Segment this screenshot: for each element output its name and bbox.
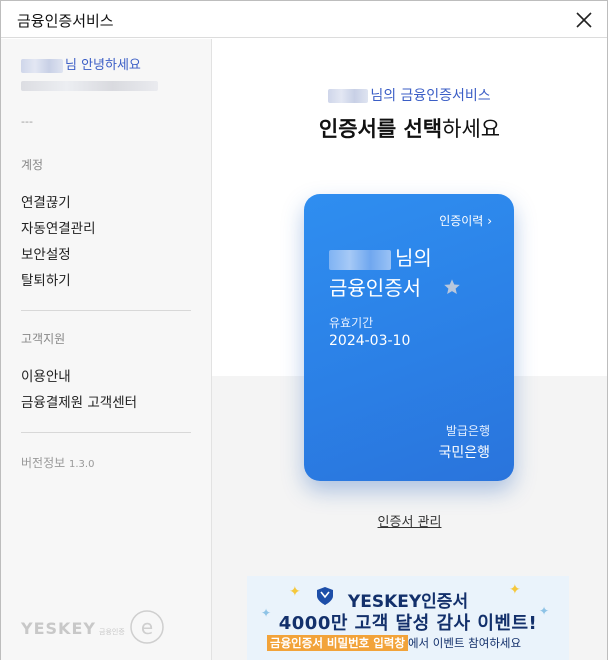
banner-line2: 4000만 고객 달성 감사 이벤트! bbox=[278, 613, 538, 634]
redacted-owner-name bbox=[329, 249, 391, 270]
history-link[interactable]: 인증이력 › bbox=[439, 212, 492, 229]
version-number: 1.3.0 bbox=[69, 459, 95, 470]
redacted-username bbox=[328, 89, 369, 103]
support-section-title: 고객지원 bbox=[21, 332, 66, 346]
banner-line3-rest: 에서 이벤트 참여하세요 bbox=[407, 636, 522, 650]
title-bar: 금융인증서비스 bbox=[1, 1, 607, 38]
sidebar-item-security[interactable]: 보안설정 bbox=[21, 243, 71, 263]
sidebar-item-customer-center[interactable]: 금융결제원 고객센터 bbox=[21, 391, 137, 411]
svg-text:e: e bbox=[141, 615, 153, 639]
greeting: 님 안녕하세요 bbox=[21, 54, 141, 73]
trust-esign-icon: e bbox=[130, 610, 164, 644]
page-title-bold: 인증서를 선택 bbox=[318, 117, 443, 141]
yeskey-logo: YESKEY bbox=[21, 619, 96, 638]
sidebar-item-auto-connect[interactable]: 자동연결관리 bbox=[21, 217, 96, 237]
app-window: 금융인증서비스 님 안녕하세요 --- 계정 연결끊기 자동연결관리 보안설정 … bbox=[0, 0, 608, 660]
history-link-label: 인증이력 bbox=[439, 214, 484, 228]
separator-dash: --- bbox=[21, 115, 33, 128]
page-title: 인증서를 선택하세요 bbox=[212, 113, 607, 143]
window-title: 금융인증서비스 bbox=[17, 12, 114, 30]
main-subtitle-text: 님의 금융인증서비스 bbox=[370, 88, 491, 104]
card-owner-suffix: 님의 bbox=[395, 246, 432, 270]
redacted-account-id bbox=[21, 81, 158, 91]
main-subtitle: 님의 금융인증서비스 bbox=[212, 85, 607, 105]
version-info: 버전정보 1.3.0 bbox=[21, 454, 94, 471]
chevron-right-icon: › bbox=[487, 214, 492, 228]
main-panel: 님의 금융인증서비스 인증서를 선택하세요 인증이력 › 님의 금융인증서 유효… bbox=[212, 39, 607, 660]
greeting-text: 님 안녕하세요 bbox=[65, 58, 141, 73]
card-cert-name: 금융인증서 bbox=[329, 276, 421, 300]
certificate-manage-link[interactable]: 인증서 관리 bbox=[212, 511, 607, 530]
account-section-title: 계정 bbox=[21, 158, 44, 172]
sidebar-item-disconnect[interactable]: 연결끊기 bbox=[21, 191, 71, 211]
banner-line3: 금융인증서 비밀번호 입력창 에서 이벤트 참여하세요 bbox=[267, 635, 521, 651]
page-title-rest: 하세요 bbox=[442, 117, 501, 141]
bank-name: 국민은행 bbox=[438, 445, 490, 461]
valid-date: 2024-03-10 bbox=[329, 333, 411, 349]
event-banner[interactable]: ✦ ✦ ✦ ✦ YESKEY인증서 4000만 고객 달성 감사 이벤트! 금융… bbox=[247, 576, 569, 660]
sidebar-item-withdraw[interactable]: 탈퇴하기 bbox=[21, 269, 71, 289]
close-button[interactable] bbox=[569, 5, 599, 35]
sidebar-divider bbox=[21, 310, 191, 311]
sidebar-item-guide[interactable]: 이용안내 bbox=[21, 365, 71, 385]
favorite-star-icon[interactable] bbox=[443, 278, 461, 296]
close-icon bbox=[576, 12, 592, 28]
redacted-username bbox=[21, 58, 63, 73]
certificate-card[interactable]: 인증이력 › 님의 금융인증서 유효기간 2024-03-10 발급은행 국민은… bbox=[304, 194, 514, 481]
yeskey-logo-sub: 금융인증 bbox=[99, 628, 125, 636]
version-label: 버전정보 bbox=[21, 456, 66, 470]
banner-line3-highlight: 금융인증서 비밀번호 입력창 bbox=[267, 635, 408, 651]
valid-label: 유효기간 bbox=[329, 316, 374, 330]
bank-label: 발급은행 bbox=[445, 424, 490, 438]
card-owner: 님의 bbox=[329, 242, 432, 271]
sidebar: 님 안녕하세요 --- 계정 연결끊기 자동연결관리 보안설정 탈퇴하기 고객지… bbox=[1, 39, 212, 660]
sidebar-divider bbox=[21, 432, 191, 433]
